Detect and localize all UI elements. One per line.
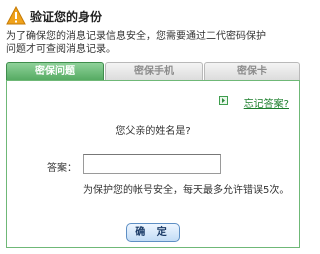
page-title: 验证您的身份 — [30, 10, 103, 24]
warning-icon — [6, 6, 26, 25]
confirm-button[interactable]: 确 定 — [126, 223, 180, 242]
notice-line-1: 为了确保您的消息记录信息安全，您需要通过二代密码保护 — [6, 31, 266, 42]
forgot-answer-link[interactable]: 忘记答案? — [244, 95, 289, 110]
attempt-limit-hint: 为保护您的帐号安全，每天最多允许错误5次。 — [83, 185, 290, 196]
notice-line-2: 问题才可查阅消息记录。 — [6, 44, 116, 55]
verification-tabs: 密保问题 密保手机 密保卡 — [6, 62, 300, 82]
answer-label: 答案： — [47, 163, 77, 174]
tab-security-phone[interactable]: 密保手机 — [105, 62, 203, 80]
security-notice: 为了确保您的消息记录信息安全，您需要通过二代密码保护 问题才可查阅消息记录。 — [6, 30, 300, 56]
header: 验证您的身份 — [0, 0, 306, 30]
tab-security-question[interactable]: 密保问题 — [6, 62, 104, 82]
security-question: 您父亲的姓名是? — [115, 126, 191, 137]
tab-security-card[interactable]: 密保卡 — [204, 62, 300, 80]
answer-input[interactable] — [83, 154, 221, 174]
arrow-icon — [219, 96, 228, 105]
security-question-panel: 忘记答案? 您父亲的姓名是? 答案： 为保护您的帐号安全，每天最多允许错误5次。… — [6, 80, 300, 248]
